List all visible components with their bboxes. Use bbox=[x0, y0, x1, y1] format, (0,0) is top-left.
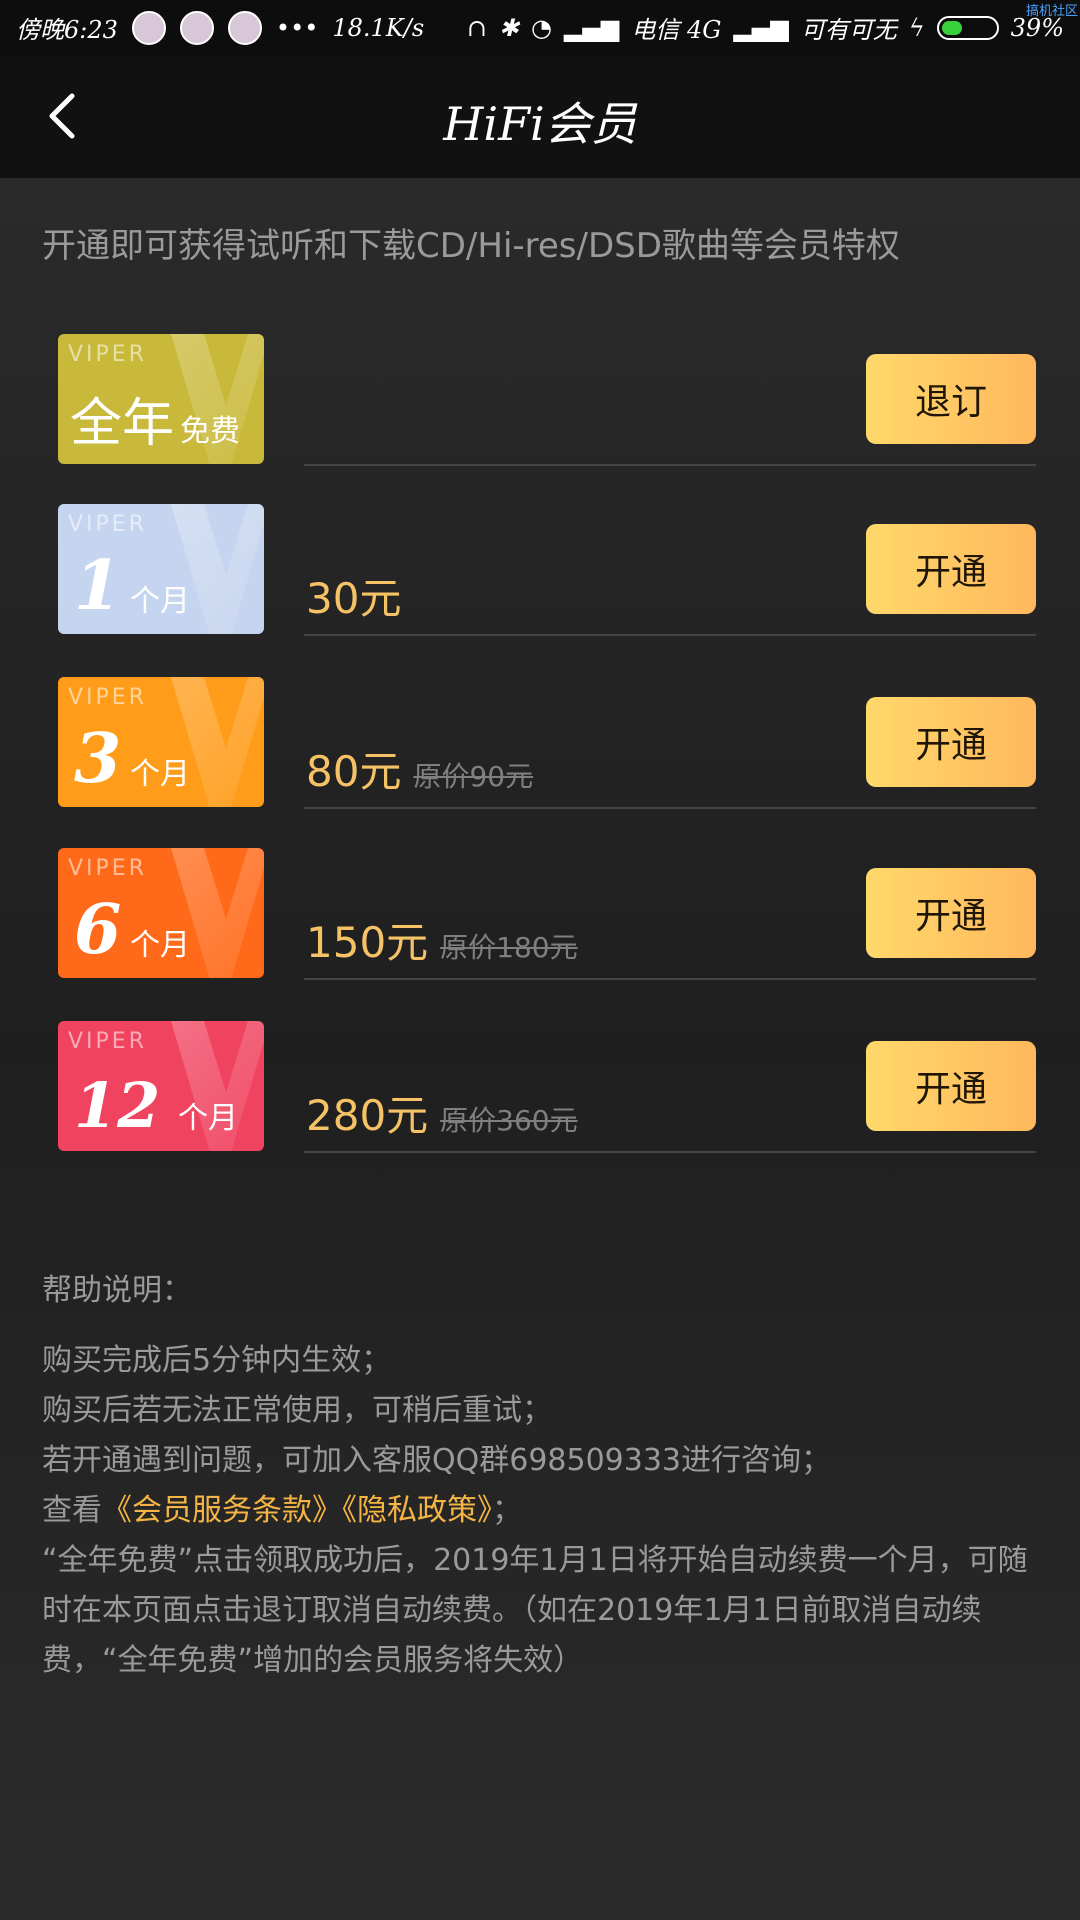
help-notice: “全年免费”点击领取成功后，2019年1月1日将开始自动续费一个月，可随时在本页… bbox=[42, 1543, 1028, 1678]
subscribe-button[interactable]: 开通 bbox=[866, 697, 1036, 787]
bluetooth-icon: ✱ bbox=[498, 13, 520, 42]
status-left: 傍晚6:23 ••• 18.1K/s bbox=[16, 10, 424, 45]
help-terms-line: 查看《会员服务条款》《隐私政策》； bbox=[42, 1486, 1042, 1536]
charging-icon: ϟ bbox=[908, 13, 925, 42]
card-subtitle: 免费 bbox=[180, 414, 240, 449]
terms-suffix: ； bbox=[492, 1493, 522, 1528]
divider bbox=[304, 1151, 1036, 1153]
subscribe-button[interactable]: 开通 bbox=[866, 524, 1036, 614]
card-unit: 个月 bbox=[130, 584, 190, 619]
plan-row-yearly: VIPER 全年 免费 退订 bbox=[58, 334, 1036, 466]
status-time: 傍晚6:23 bbox=[16, 16, 118, 44]
privacy-policy-link[interactable]: 《隐私政策》 bbox=[342, 1493, 492, 1528]
card-unit: 个月 bbox=[130, 928, 190, 963]
signal-icon: ▂▄▆ bbox=[563, 13, 620, 42]
plan-row-6-month: VIPER 6 个月 150元 原价180元 开通 bbox=[58, 848, 1036, 980]
card-brand: VIPER bbox=[68, 512, 147, 537]
plan-price: 150元 原价180元 bbox=[306, 909, 578, 970]
help-line: 购买后若无法正常使用，可稍后重试； bbox=[42, 1393, 552, 1428]
plan-card-yearly: VIPER 全年 免费 bbox=[58, 334, 264, 464]
original-price: 原价360元 bbox=[440, 1104, 578, 1137]
plan-price: 280元 原价360元 bbox=[306, 1082, 578, 1143]
network-speed: 18.1K/s bbox=[332, 13, 425, 42]
subscribe-button[interactable]: 开通 bbox=[866, 1041, 1036, 1131]
custom-status-text: 可有可无 bbox=[800, 16, 897, 44]
more-notifications-icon: ••• bbox=[275, 13, 319, 42]
card-unit: 个月 bbox=[178, 1101, 238, 1136]
price-value: 80元 bbox=[306, 747, 402, 796]
main-content: 开通即可获得试听和下载CD/Hi-res/DSD歌曲等会员特权 VIPER 全年… bbox=[0, 178, 1080, 1920]
battery-icon bbox=[936, 15, 999, 40]
card-number: 6 bbox=[74, 890, 122, 970]
price-value: 30元 bbox=[306, 574, 402, 623]
notification-avatar-icon bbox=[227, 10, 262, 45]
notification-avatar-icon bbox=[179, 10, 214, 45]
divider bbox=[304, 634, 1036, 636]
card-brand: VIPER bbox=[68, 342, 147, 367]
status-bar: 傍晚6:23 ••• 18.1K/s ∩ ✱ ◔ ▂▄▆ 电信 4G ▂▄▆ 可… bbox=[0, 0, 1080, 56]
terms-prefix: 查看 bbox=[42, 1493, 102, 1528]
plan-price: 30元 bbox=[306, 565, 401, 626]
plan-card-6-month: VIPER 6 个月 bbox=[58, 848, 264, 978]
card-brand: VIPER bbox=[68, 685, 147, 710]
price-value: 280元 bbox=[306, 1091, 429, 1140]
plan-row-12-month: VIPER 12 个月 280元 原价360元 开通 bbox=[58, 1021, 1036, 1153]
help-heading: 帮助说明： bbox=[42, 1273, 192, 1308]
plan-card-3-month: VIPER 3 个月 bbox=[58, 677, 264, 807]
card-number: 12 bbox=[74, 1069, 161, 1142]
watermark: 搞机社区 bbox=[1025, 4, 1078, 19]
carrier-label: 电信 4G bbox=[631, 16, 722, 44]
card-brand: VIPER bbox=[68, 1029, 147, 1054]
card-unit: 个月 bbox=[130, 757, 190, 792]
help-line: 若开通遇到问题，可加入客服QQ群698509333进行咨询； bbox=[42, 1443, 832, 1478]
card-number: 1 bbox=[74, 546, 122, 626]
intro-text: 开通即可获得试听和下载CD/Hi-res/DSD歌曲等会员特权 bbox=[42, 226, 900, 266]
help-line: 购买完成后5分钟内生效； bbox=[42, 1343, 392, 1378]
plan-card-1-month: VIPER 1 个月 bbox=[58, 504, 264, 634]
help-section: 帮助说明： 购买完成后5分钟内生效； 购买后若无法正常使用，可稍后重试； 若开通… bbox=[42, 1266, 1042, 1686]
original-price: 原价180元 bbox=[440, 931, 578, 964]
signal-icon: ▂▄▆ bbox=[733, 13, 789, 42]
price-value: 150元 bbox=[306, 918, 429, 967]
service-terms-link[interactable]: 《会员服务条款》 bbox=[102, 1493, 342, 1528]
notification-avatar-icon bbox=[131, 10, 166, 45]
plan-row-3-month: VIPER 3 个月 80元 原价90元 开通 bbox=[58, 677, 1036, 809]
plan-row-1-month: VIPER 1 个月 30元 开通 bbox=[58, 504, 1036, 636]
nav-bar: HiFi会员 bbox=[0, 56, 1080, 178]
unsubscribe-button[interactable]: 退订 bbox=[866, 354, 1036, 444]
wifi-icon: ◔ bbox=[531, 13, 552, 42]
headphone-icon: ∩ bbox=[466, 13, 487, 42]
card-brand: VIPER bbox=[68, 856, 147, 881]
divider bbox=[304, 978, 1036, 980]
card-number: 3 bbox=[74, 719, 122, 799]
page-title: HiFi会员 bbox=[443, 97, 637, 151]
divider bbox=[304, 464, 1036, 466]
divider bbox=[304, 807, 1036, 809]
plan-price: 80元 原价90元 bbox=[306, 738, 533, 799]
status-right: ∩ ✱ ◔ ▂▄▆ 电信 4G ▂▄▆ 可有可无 ϟ 39% bbox=[467, 10, 1064, 45]
subscribe-button[interactable]: 开通 bbox=[866, 868, 1036, 958]
card-title: 全年 bbox=[70, 394, 175, 454]
plan-card-12-month: VIPER 12 个月 bbox=[58, 1021, 264, 1151]
original-price: 原价90元 bbox=[413, 760, 534, 793]
